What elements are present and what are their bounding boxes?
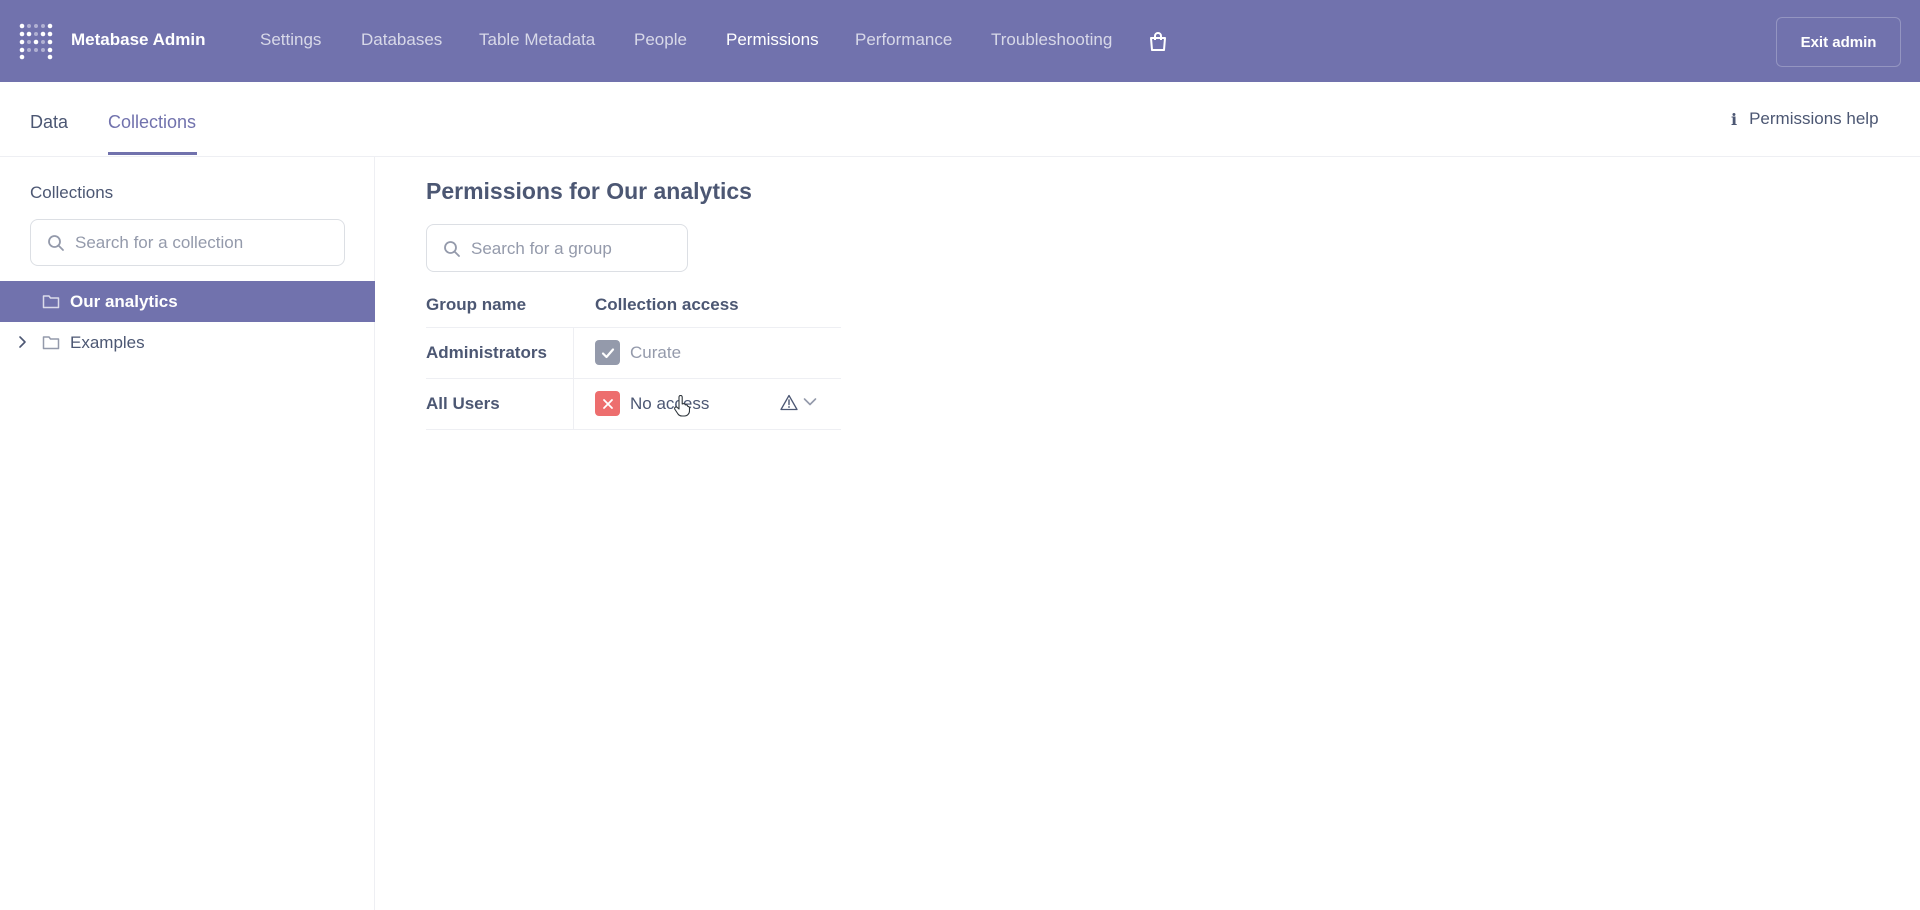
close-icon [595, 391, 620, 416]
metabase-logo-icon[interactable] [19, 22, 53, 60]
permission-label: No access [630, 393, 710, 413]
tree-item-our-analytics[interactable]: Our analytics [0, 281, 375, 322]
search-icon [48, 235, 64, 251]
checkmark-icon [595, 340, 620, 365]
sidebar-heading: Collections [30, 183, 114, 202]
warning-icon[interactable] [780, 394, 798, 411]
folder-icon [42, 336, 60, 350]
permission-selector[interactable]: No access [595, 391, 709, 416]
admin-brand-title: Metabase Admin [71, 30, 206, 49]
tab-collections[interactable]: Collections [108, 112, 196, 133]
permission-label: Curate [630, 342, 682, 362]
nav-people[interactable]: People [634, 30, 687, 50]
nav-troubleshooting[interactable]: Troubleshooting [991, 30, 1112, 50]
hand-cursor-icon [674, 395, 690, 417]
nav-table-metadata[interactable]: Table Metadata [479, 30, 595, 50]
tree-item-label: Our analytics [70, 292, 178, 311]
group-search-input[interactable] [471, 238, 681, 260]
group-name-cell: All Users [426, 394, 500, 413]
nav-permissions[interactable]: Permissions [726, 30, 819, 50]
info-icon: i [1731, 109, 1738, 129]
group-name-cell: Administrators [426, 343, 547, 362]
chevron-down-icon[interactable] [803, 397, 817, 407]
admin-navbar: Metabase Admin Settings Databases Table … [0, 0, 1920, 82]
folder-icon [42, 295, 60, 309]
permissions-help-label: Permissions help [1749, 109, 1879, 128]
column-header-collection-access: Collection access [595, 295, 739, 314]
nav-databases[interactable]: Databases [361, 30, 442, 50]
permissions-help-link[interactable]: i Permissions help [1731, 109, 1879, 129]
chevron-right-icon[interactable] [16, 335, 28, 349]
collection-search[interactable] [30, 219, 345, 266]
tree-item-label: Examples [70, 333, 145, 352]
table-divider [426, 429, 841, 430]
nav-performance[interactable]: Performance [855, 30, 952, 50]
table-divider [426, 378, 841, 379]
permission-cell: Curate [595, 340, 681, 365]
active-tab-indicator [108, 152, 197, 155]
page-title: Permissions for Our analytics [426, 178, 752, 204]
collections-sidebar: Collections Our analytics Examples [0, 157, 375, 910]
shopping-bag-icon[interactable] [1148, 31, 1168, 53]
column-header-group-name: Group name [426, 295, 527, 314]
search-icon [444, 241, 460, 257]
table-divider [426, 327, 841, 328]
tab-data[interactable]: Data [30, 112, 68, 133]
nav-settings[interactable]: Settings [260, 30, 321, 50]
group-search[interactable] [426, 224, 688, 272]
collection-search-input[interactable] [75, 232, 335, 254]
tree-item-examples[interactable]: Examples [0, 322, 375, 363]
permissions-tabs: Data Collections [0, 82, 1920, 157]
exit-admin-button[interactable]: Exit admin [1776, 17, 1901, 67]
